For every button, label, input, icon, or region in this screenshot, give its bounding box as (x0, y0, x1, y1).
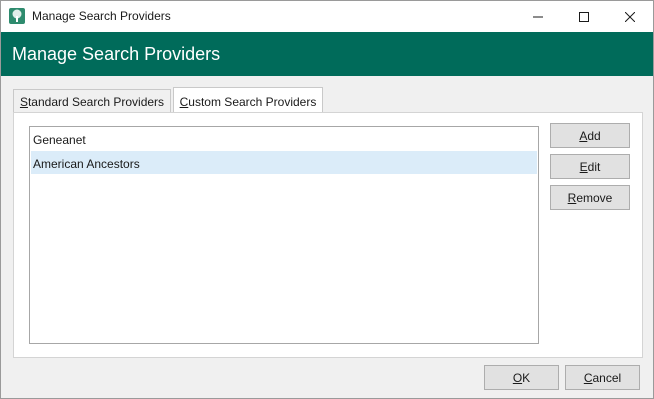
maximize-icon (579, 11, 589, 22)
remove-button[interactable]: Remove (550, 185, 630, 210)
list-item-american-ancestors[interactable]: American Ancestors (31, 151, 537, 174)
custom-providers-panel: Geneanet American Ancestors Add Edit Rem… (13, 112, 643, 358)
tab-standard-label: tandard Search Providers (27, 95, 165, 109)
minimize-button[interactable] (515, 1, 561, 32)
title-bar[interactable]: Manage Search Providers (1, 1, 653, 32)
tab-standard-mnemonic: S (19, 95, 28, 109)
ok-mnemonic: O (512, 371, 523, 385)
tab-custom-label: ustom Search Providers (188, 95, 317, 109)
edit-label: dit (587, 160, 601, 174)
edit-button[interactable]: Edit (550, 154, 630, 179)
dialog-header: Manage Search Providers (1, 32, 653, 76)
manage-search-providers-window: Manage Search Providers Manage Search Pr… (0, 0, 654, 399)
add-button[interactable]: Add (550, 123, 630, 148)
maximize-button[interactable] (561, 1, 607, 32)
tree-icon (9, 8, 25, 24)
cancel-button[interactable]: Cancel (565, 365, 640, 390)
ok-label: K (522, 371, 531, 385)
add-label: dd (587, 129, 601, 143)
remove-mnemonic: R (567, 191, 577, 205)
remove-label: emove (576, 191, 613, 205)
ok-button[interactable]: OK (484, 365, 559, 390)
tab-standard-search-providers[interactable]: Standard Search Providers (13, 89, 171, 112)
edit-mnemonic: E (579, 160, 588, 174)
list-item-geneanet[interactable]: Geneanet (31, 127, 537, 150)
header-title: Manage Search Providers (12, 44, 221, 64)
close-icon (625, 11, 635, 22)
close-button[interactable] (607, 1, 653, 32)
minimize-icon (533, 16, 543, 17)
providers-list[interactable]: Geneanet American Ancestors (29, 126, 539, 344)
tab-custom-mnemonic: C (179, 95, 189, 109)
cancel-label: ancel (592, 371, 622, 385)
window-title: Manage Search Providers (32, 9, 171, 23)
tab-custom-search-providers[interactable]: Custom Search Providers (173, 87, 323, 113)
